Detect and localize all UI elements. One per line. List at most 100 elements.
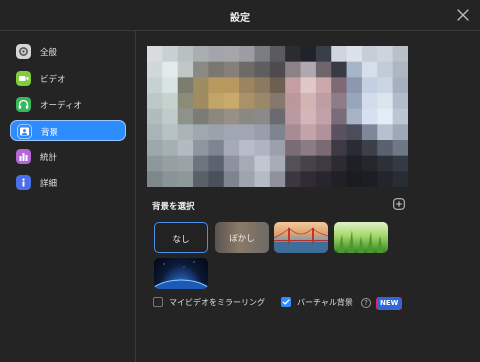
sidebar-item-audio[interactable]: オーディオ [10, 94, 126, 115]
preview-pixel [300, 61, 317, 78]
preview-pixel [269, 93, 286, 110]
preview-pixel [193, 140, 210, 157]
preview-pixel [377, 46, 394, 63]
preview-pixel [377, 93, 394, 110]
preview-pixel [223, 124, 240, 141]
preview-pixel [285, 155, 302, 172]
preview-pixel [269, 77, 286, 94]
preview-pixel [254, 171, 271, 187]
preview-pixel [193, 155, 210, 172]
virtual-background-checkbox[interactable] [281, 297, 291, 307]
preview-pixel [315, 61, 332, 78]
preview-pixel [147, 155, 163, 172]
headphones-icon [16, 97, 31, 112]
preview-pixel [162, 46, 179, 63]
preview-pixel [392, 61, 408, 78]
preview-pixel [361, 108, 378, 125]
preview-pixel [177, 46, 194, 63]
close-icon[interactable] [457, 9, 469, 21]
preview-pixel [392, 77, 408, 94]
preview-pixel [300, 124, 317, 141]
new-badge: NEW [376, 297, 403, 310]
preview-pixel [300, 93, 317, 110]
preview-pixel [177, 61, 194, 78]
preview-pixel [331, 77, 348, 94]
preview-pixel [346, 155, 363, 172]
sidebar-item-video[interactable]: ビデオ [10, 68, 126, 89]
preview-pixel [162, 171, 179, 187]
mirror-video-option[interactable]: マイビデオをミラーリング [153, 297, 283, 309]
preview-pixel [315, 93, 332, 110]
preview-pixel [254, 155, 271, 172]
virtual-background-option[interactable]: バーチャル背景 ? NEW [281, 297, 403, 310]
preview-pixel [269, 108, 286, 125]
preview-pixel [147, 61, 163, 78]
preview-pixel [239, 93, 256, 110]
preview-pixel [193, 108, 210, 125]
preview-pixel [300, 155, 317, 172]
preview-pixel [331, 155, 348, 172]
preview-pixel [361, 171, 378, 187]
video-camera-icon [16, 71, 31, 86]
preview-pixel [269, 140, 286, 157]
sidebar-item-label: 詳細 [40, 179, 58, 189]
preview-pixel [147, 77, 163, 94]
sidebar-item-stats[interactable]: 統計 [10, 146, 126, 167]
preview-pixel [193, 46, 210, 63]
preview-pixel [315, 46, 332, 63]
preview-pixel [377, 77, 394, 94]
preview-pixel [193, 61, 210, 78]
preview-pixel [239, 46, 256, 63]
preview-pixel [147, 140, 163, 157]
background-thumb-blur[interactable]: ぼかし [215, 222, 269, 253]
preview-pixel [177, 77, 194, 94]
preview-pixel [285, 61, 302, 78]
sidebar-item-general[interactable]: 全般 [10, 41, 126, 62]
preview-pixel [223, 155, 240, 172]
preview-pixel [208, 46, 225, 63]
video-preview-mosaic [147, 46, 408, 187]
preview-pixel [254, 61, 271, 78]
preview-pixel [254, 46, 271, 63]
sidebar-item-label: 背景 [41, 128, 59, 138]
preview-pixel [285, 140, 302, 157]
preview-pixel [208, 171, 225, 187]
gear-icon [16, 44, 31, 59]
help-icon[interactable]: ? [361, 298, 371, 308]
preview-pixel [239, 140, 256, 157]
title-bar: 設定 [0, 0, 480, 31]
preview-pixel [300, 108, 317, 125]
preview-pixel [346, 61, 363, 78]
background-thumb-grass[interactable] [334, 222, 388, 253]
bar-chart-icon [16, 149, 31, 164]
sidebar-item-details[interactable]: 詳細 [10, 172, 126, 193]
preview-pixel [285, 171, 302, 187]
preview-pixel [162, 61, 179, 78]
background-thumb-none[interactable]: なし [154, 222, 208, 253]
preview-pixel [223, 140, 240, 157]
settings-sidebar: 全般 ビデオ オーディオ 背景 統計 詳細 [0, 31, 136, 362]
preview-pixel [361, 61, 378, 78]
sidebar-item-background[interactable]: 背景 [10, 120, 126, 141]
preview-pixel [315, 155, 332, 172]
thumb-label: ぼかし [229, 234, 255, 244]
background-thumb-earth[interactable] [154, 258, 208, 289]
preview-pixel [239, 108, 256, 125]
preview-pixel [147, 46, 163, 63]
preview-pixel [254, 108, 271, 125]
preview-pixel [300, 46, 317, 63]
preview-pixel [177, 124, 194, 141]
plus-icon[interactable] [393, 198, 405, 210]
grass-image [338, 230, 383, 253]
virtual-background-label: バーチャル背景 [297, 298, 353, 307]
background-thumb-golden-gate[interactable] [274, 222, 328, 253]
preview-pixel [177, 93, 194, 110]
mirror-video-checkbox[interactable] [153, 297, 163, 307]
settings-window: 設定 全般 ビデオ オーディオ 背景 統計 詳細 背景を選択 なし ぼかし マイ… [0, 0, 480, 362]
preview-pixel [208, 77, 225, 94]
preview-pixel [285, 77, 302, 94]
preview-pixel [239, 77, 256, 94]
preview-pixel [361, 124, 378, 141]
preview-pixel [254, 124, 271, 141]
info-icon [16, 175, 31, 190]
